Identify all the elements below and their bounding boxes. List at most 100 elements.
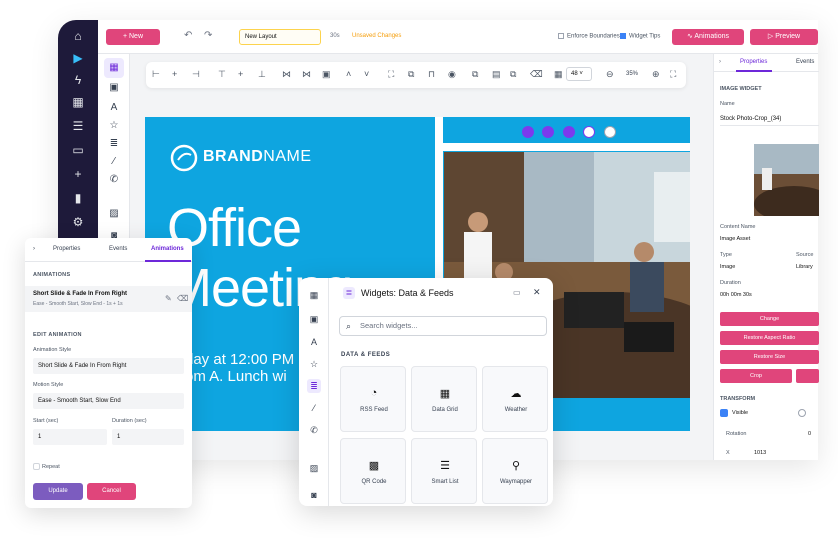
x-value[interactable]: 1013 xyxy=(754,450,766,456)
visible-checkbox[interactable] xyxy=(720,409,728,417)
plus-icon[interactable]: + xyxy=(70,166,86,182)
chevron-up-icon[interactable]: ˄ xyxy=(346,69,351,79)
chevron-down-icon[interactable]: ˅ xyxy=(364,69,369,79)
table-icon[interactable]: ▦ xyxy=(554,69,563,80)
photo-icon[interactable]: ▨ xyxy=(104,204,124,224)
film-icon[interactable]: ▦ xyxy=(70,94,86,110)
gear-icon[interactable]: ⚙ xyxy=(70,214,86,230)
animations-button[interactable]: ∿ Animations xyxy=(672,29,744,45)
checkbox-icon[interactable] xyxy=(620,33,626,39)
chart-icon[interactable]: ▮ xyxy=(70,190,86,206)
subline-2[interactable]: om A. Lunch wi xyxy=(185,368,287,385)
paste-icon[interactable]: ▤ xyxy=(492,69,501,80)
distribute-v-icon[interactable]: ⋈ xyxy=(302,69,311,80)
phone-icon[interactable]: ✆ xyxy=(104,170,124,190)
search-input[interactable]: ⌕ Search widgets... xyxy=(339,316,547,336)
layout-name-input[interactable]: New Layout xyxy=(239,29,321,45)
align-top-icon[interactable]: ⊤ xyxy=(218,69,226,80)
circle-icon[interactable] xyxy=(583,126,596,138)
animation-list-item[interactable]: Short Slide & Fade In From Right Ease - … xyxy=(25,286,192,312)
duplicate-icon[interactable]: ⧉ xyxy=(510,69,516,80)
enforce-boundaries-toggle[interactable]: Enforce Boundaries xyxy=(558,33,620,40)
eye-icon[interactable]: ◉ xyxy=(448,69,456,80)
undo-icon[interactable]: ↶ xyxy=(184,30,192,41)
image-icon[interactable]: ▣ xyxy=(104,78,124,98)
rotation-value[interactable]: 0 xyxy=(808,431,811,437)
minimize-icon[interactable]: ▭ xyxy=(513,288,521,297)
bolt-icon[interactable]: ϟ xyxy=(70,72,86,88)
star-icon[interactable]: ☆ xyxy=(307,357,321,371)
widget-card-data-grid[interactable]: ▦ Data Grid xyxy=(411,366,477,432)
widget-card-smart-list[interactable]: ☰ Smart List xyxy=(411,438,477,504)
close-icon[interactable]: ✕ xyxy=(533,287,541,298)
align-right-icon[interactable]: ⊣ xyxy=(192,69,200,80)
widget-card-weather[interactable]: ☁ Weather xyxy=(482,366,548,432)
copy-icon[interactable]: ⧉ xyxy=(472,69,478,80)
distribute-h-icon[interactable]: ⋈ xyxy=(282,69,291,80)
toggle-icon[interactable] xyxy=(798,409,806,417)
play-icon[interactable]: ▶ xyxy=(70,50,86,66)
widget-card-rss-feed[interactable]: ◔ RSS Feed xyxy=(340,366,406,432)
wand-icon[interactable]: ⁄ xyxy=(307,401,321,415)
frame-icon[interactable]: ▣ xyxy=(322,69,331,80)
widget-tips-toggle[interactable]: Widget Tips xyxy=(620,33,660,40)
redo-icon[interactable]: ↷ xyxy=(204,30,212,41)
new-button[interactable]: + New xyxy=(106,29,160,45)
font-size-select[interactable]: 48 ˅ xyxy=(566,67,592,81)
restore-aspect-button[interactable]: Restore Aspect Ratio xyxy=(720,331,819,345)
motion-style-select[interactable]: Ease - Smooth Start, Slow End xyxy=(33,393,184,409)
checkbox-icon[interactable] xyxy=(558,33,564,39)
lock-icon[interactable]: ⊓ xyxy=(428,69,435,80)
star-icon[interactable]: ☆ xyxy=(104,116,124,136)
camera-icon[interactable]: ◙ xyxy=(307,488,321,502)
tab-events[interactable]: Events xyxy=(109,246,127,252)
link-icon[interactable] xyxy=(522,126,534,138)
grid-icon[interactable]: ▦ xyxy=(307,288,321,302)
image-icon[interactable]: ▣ xyxy=(307,312,321,326)
align-center-icon[interactable]: + xyxy=(172,69,177,79)
trash-icon[interactable]: ⌫ xyxy=(530,69,543,80)
update-button[interactable]: Update xyxy=(33,483,83,500)
preview-button[interactable]: ▷ Preview xyxy=(750,29,818,45)
edit-icon[interactable]: ✎ xyxy=(165,294,172,303)
crop-extra-button[interactable] xyxy=(796,369,819,383)
align-bottom-icon[interactable]: ⊥ xyxy=(258,69,266,80)
trash-icon[interactable]: ⌫ xyxy=(177,294,188,303)
database-icon[interactable]: ≣ xyxy=(307,379,321,393)
start-input[interactable]: 1 xyxy=(33,429,107,445)
tab-animations[interactable]: Animations xyxy=(151,246,184,252)
resize-icon[interactable]: ⧉ xyxy=(408,69,414,80)
chevron-right-icon[interactable]: › xyxy=(719,59,721,65)
wand-icon[interactable]: ⁄ xyxy=(104,152,124,172)
widget-card-waymapper[interactable]: ⚲ Waymapper xyxy=(482,438,548,504)
chat-icon[interactable] xyxy=(562,126,575,138)
subline-1[interactable]: day at 12:00 PM xyxy=(185,351,294,368)
grid-icon[interactable]: ▦ xyxy=(104,58,124,78)
fullscreen-icon[interactable]: ⛶ xyxy=(670,69,676,80)
duration-input[interactable]: 1 xyxy=(112,429,184,445)
cancel-button[interactable]: Cancel xyxy=(87,483,136,500)
animation-style-select[interactable]: Short Slide & Fade In From Right xyxy=(33,358,184,374)
chevron-right-icon[interactable]: › xyxy=(33,246,35,252)
align-left-icon[interactable]: ⊢ xyxy=(152,69,160,80)
text-icon[interactable]: A xyxy=(307,335,321,349)
tab-properties[interactable]: Properties xyxy=(53,246,80,252)
text-icon[interactable]: A xyxy=(104,98,124,118)
list-icon[interactable]: ☰ xyxy=(70,118,86,134)
database-icon[interactable]: ≣ xyxy=(104,134,124,154)
widget-card-qr-code[interactable]: ▩ QR Code xyxy=(340,438,406,504)
tab-events[interactable]: Events xyxy=(796,59,814,65)
restore-size-button[interactable]: Restore Size xyxy=(720,350,819,364)
zoom-out-icon[interactable]: ⊖ xyxy=(606,69,614,80)
name-input[interactable]: Stock Photo-Crop_(34) xyxy=(720,112,819,126)
zoom-in-icon[interactable]: ⊕ xyxy=(652,69,660,80)
phone-icon[interactable]: ✆ xyxy=(307,423,321,437)
crop-button[interactable]: Crop xyxy=(720,369,792,383)
tv-icon[interactable]: ▭ xyxy=(70,142,86,158)
trash-icon[interactable] xyxy=(603,126,616,138)
home-icon[interactable]: ⌂ xyxy=(70,28,86,44)
align-middle-icon[interactable]: + xyxy=(238,69,243,79)
change-button[interactable]: Change xyxy=(720,312,819,326)
photo-icon[interactable]: ▨ xyxy=(307,461,321,475)
crop-icon[interactable] xyxy=(542,126,555,138)
